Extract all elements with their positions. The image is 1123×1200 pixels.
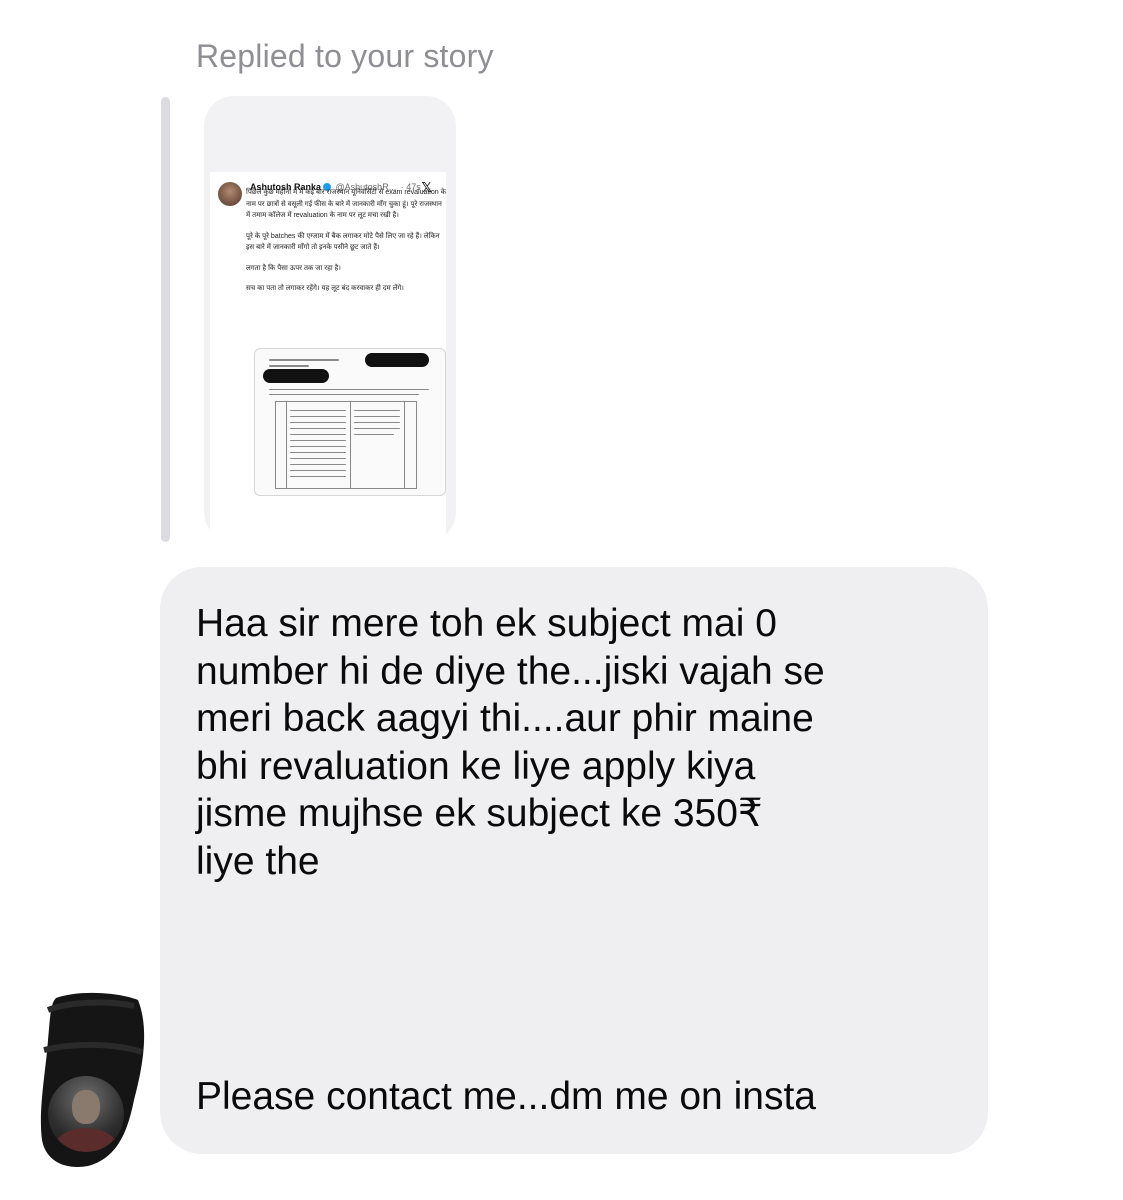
story-preview[interactable]: Ashutosh Ranka @AshutoshR... · 47s 𝕏 पिछ… bbox=[204, 96, 456, 542]
tweet-paragraph: पिछले कुछ महीनों में मैं कई बार राजस्थान… bbox=[246, 189, 446, 219]
tweet-paragraph: पूरे के पूरे batches की एग्जाम में बैक ल… bbox=[246, 232, 440, 252]
tweet-paragraph: लगता है कि पैसा ऊपर तक जा रहा है। bbox=[246, 264, 341, 272]
reply-header: Replied to your story bbox=[196, 38, 494, 74]
document-line bbox=[269, 365, 309, 367]
document-line bbox=[290, 458, 346, 459]
document-line bbox=[354, 428, 400, 429]
document-line bbox=[290, 416, 346, 417]
avatar-shirt bbox=[54, 1128, 118, 1152]
document-line bbox=[290, 452, 346, 453]
story-tweet-screenshot: Ashutosh Ranka @AshutoshR... · 47s 𝕏 पिछ… bbox=[210, 172, 446, 542]
document-line bbox=[290, 428, 346, 429]
tweet-paragraph: सच का पता तो लगाकर रहेंगे। यह लूट बंद कर… bbox=[246, 285, 404, 292]
document-line bbox=[354, 422, 400, 423]
message-text: Haa sir mere toh ek subject mai 0 number… bbox=[196, 600, 966, 885]
document-line bbox=[354, 416, 400, 417]
document-table-divider bbox=[350, 402, 351, 488]
document-line bbox=[290, 440, 346, 441]
document-table-divider bbox=[286, 402, 287, 488]
message-line: bhi revaluation ke liye apply kiya bbox=[196, 744, 756, 788]
document-table-divider bbox=[404, 402, 405, 488]
message-line: meri back aagyi thi....aur phir maine bbox=[196, 697, 814, 740]
avatar-photo bbox=[48, 1076, 124, 1152]
document-line bbox=[354, 434, 394, 435]
document-line bbox=[290, 434, 346, 435]
document-line bbox=[290, 470, 346, 471]
redaction-blot bbox=[365, 353, 429, 367]
sender-avatar[interactable] bbox=[38, 990, 166, 1170]
document-line bbox=[354, 410, 400, 411]
tweet-text: पिछले कुछ महीनों में मैं कई बार राजस्थान… bbox=[246, 187, 446, 304]
document-line bbox=[269, 359, 339, 361]
message-line: Haa sir mere toh ek subject mai 0 bbox=[196, 602, 777, 645]
document-line bbox=[290, 464, 346, 465]
document-line bbox=[290, 422, 346, 423]
document-line bbox=[269, 394, 419, 395]
document-line bbox=[290, 476, 346, 477]
redaction-blot bbox=[263, 369, 329, 383]
document-line bbox=[290, 410, 346, 411]
message-line: liye the bbox=[196, 839, 320, 883]
avatar-face bbox=[72, 1090, 100, 1124]
document-table bbox=[275, 401, 417, 489]
tweet-author-avatar bbox=[218, 182, 242, 206]
message-footer-line: Please contact me...dm me on insta bbox=[196, 1075, 816, 1118]
message-bubble[interactable]: Haa sir mere toh ek subject mai 0 number… bbox=[160, 567, 988, 1154]
reply-quote-bar bbox=[161, 97, 170, 542]
document-line bbox=[269, 389, 429, 390]
tweet-attached-document bbox=[254, 348, 446, 496]
message-line: jisme mujhse ek subject ke 350₹ bbox=[196, 792, 763, 835]
document-line bbox=[290, 446, 346, 447]
message-line: number hi de diye the...jiski vajah se bbox=[196, 649, 825, 693]
